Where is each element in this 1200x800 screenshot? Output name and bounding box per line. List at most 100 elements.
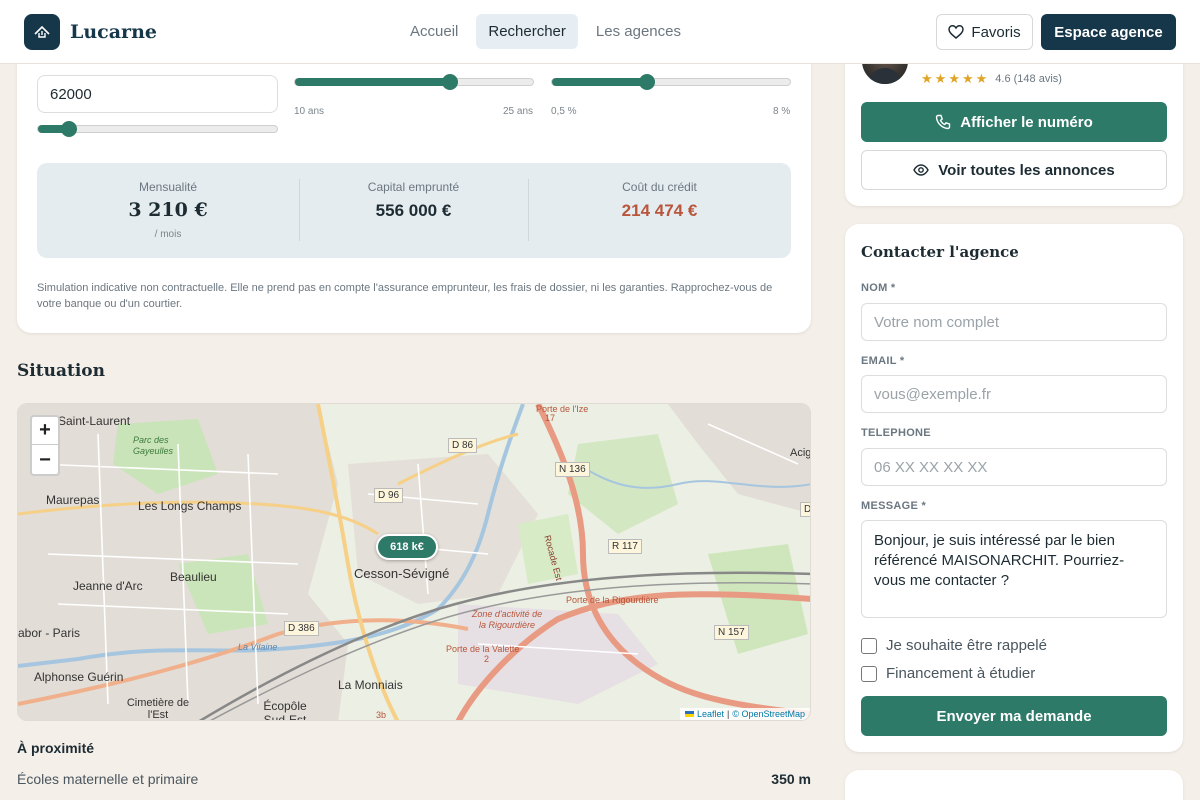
monthly-unit: / mois (154, 229, 182, 240)
submit-request-button[interactable]: Envoyer ma demande (861, 696, 1167, 736)
zoom-in-button[interactable]: + (32, 417, 58, 445)
duration-slider-thumb[interactable] (441, 74, 458, 90)
map-label: Porte de la Rigourdière (566, 595, 659, 605)
financing-checkbox-row[interactable]: Financement à étudier (861, 665, 1035, 682)
map-label: Zone d'activité de la Rigourdière (471, 609, 543, 630)
proximity-distance: 350 m (771, 771, 811, 787)
osm-link[interactable]: © OpenStreetMap (732, 709, 805, 719)
nav-rechercher[interactable]: Rechercher (476, 14, 578, 49)
road-shield: D 386 (284, 621, 319, 636)
map-label: Cimetière de l'Est (126, 697, 190, 721)
agency-space-button[interactable]: Espace agence (1041, 14, 1176, 50)
capital-result: Capital emprunté 556 000 € (299, 163, 528, 258)
callback-label: Je souhaite être rappelé (886, 637, 1047, 654)
rating-text: 4.6 (148 avis) (995, 73, 1062, 85)
all-listings-label: Voir toutes les annonces (938, 161, 1115, 179)
star-icon: ★ (961, 71, 974, 86)
property-price-marker[interactable]: 618 k€ (376, 534, 438, 560)
location-map[interactable]: Saint-Laurent Parc des Gayeulles Maurepa… (17, 403, 811, 721)
message-label: MESSAGE * (861, 500, 927, 512)
road-shield: N 157 (714, 625, 749, 640)
map-label: Écopôle Sud-Est (263, 699, 307, 721)
ukraine-flag-icon (684, 711, 694, 717)
phone-label: TELEPHONE (861, 427, 931, 439)
logo-text: Lucarne (70, 21, 157, 43)
phone-input[interactable] (861, 448, 1167, 486)
callback-checkbox[interactable] (861, 637, 877, 654)
map-label: Parc des Gayeulles (133, 435, 174, 456)
monthly-label: Mensualité (138, 180, 198, 194)
rate-slider[interactable] (551, 74, 791, 90)
logo[interactable]: Lucarne (24, 14, 157, 50)
star-icon: ★ (921, 71, 933, 86)
map-label: Acig (790, 447, 811, 459)
financing-checkbox[interactable] (861, 665, 877, 682)
map-label: Maurepas (46, 493, 100, 507)
home-logo-icon (24, 14, 60, 50)
cost-label: Coût du crédit (622, 180, 697, 194)
map-label: Cesson-Sévigné (354, 566, 450, 581)
name-label: NOM * (861, 282, 896, 294)
favorites-button[interactable]: Favoris (936, 14, 1033, 50)
message-textarea[interactable]: Bonjour, je suis intéressé par le bien r… (861, 520, 1167, 618)
rate-max-label: 8 % (773, 106, 791, 117)
proximity-label: Écoles maternelle et primaire (17, 771, 199, 787)
map-label: Beaulieu (170, 570, 217, 584)
map-label: Jeanne d'Arc (73, 579, 143, 593)
nav-accueil[interactable]: Accueil (398, 14, 470, 49)
duration-slider-fill (295, 78, 450, 86)
map-label: Porte de l'Ize (536, 404, 589, 414)
callback-checkbox-row[interactable]: Je souhaite être rappelé (861, 637, 1047, 654)
apport-input[interactable] (37, 75, 278, 113)
duration-slider[interactable] (294, 74, 534, 90)
contact-agency-card: Contacter l'agence NOM * EMAIL * TELEPHO… (845, 224, 1183, 752)
favorites-label: Favoris (971, 23, 1021, 41)
all-listings-button[interactable]: Voir toutes les annonces (861, 150, 1167, 190)
map-zoom-control: + − (30, 415, 60, 476)
road-label: 2 (484, 654, 490, 664)
map-label: abor - Paris (18, 626, 81, 640)
apport-slider-thumb[interactable] (61, 121, 78, 137)
map-label: La Vilaine (238, 642, 278, 652)
main-nav: Accueil Rechercher Les agences (398, 14, 693, 49)
show-number-button[interactable]: Afficher le numéro (861, 102, 1167, 142)
nav-agences[interactable]: Les agences (584, 14, 693, 49)
road-shield: D 96 (374, 488, 404, 503)
duration-max-label: 25 ans (503, 106, 534, 117)
road-shield: D 86 (448, 438, 478, 453)
monthly-value: 3 210 € (128, 199, 208, 221)
loan-simulator-card: 10 ans 25 ans 0,5 % 8 % Mensualité 3 210… (17, 40, 811, 333)
map-label: Saint-Laurent (58, 414, 131, 428)
name-input[interactable] (861, 303, 1167, 341)
email-label: EMAIL * (861, 355, 905, 367)
rate-min-label: 0,5 % (551, 106, 577, 117)
show-number-label: Afficher le numéro (960, 113, 1093, 131)
road-label: 17 (545, 413, 556, 423)
eye-icon (913, 164, 930, 176)
road-label: 3b (376, 710, 387, 720)
next-card (845, 770, 1183, 800)
monthly-payment-result: Mensualité 3 210 € / mois (37, 163, 299, 258)
zoom-out-button[interactable]: − (32, 446, 58, 474)
simulation-results: Mensualité 3 210 € / mois Capital emprun… (37, 163, 791, 258)
rate-slider-fill (552, 78, 648, 86)
map-label: Alphonse Guérin (34, 670, 124, 684)
capital-label: Capital emprunté (367, 180, 460, 194)
star-icon: ★ (948, 71, 960, 86)
apport-slider[interactable] (37, 121, 278, 137)
phone-icon (936, 114, 951, 130)
capital-value: 556 000 € (375, 201, 452, 220)
map-label: Porte de la Valette (446, 644, 520, 654)
agent-rating: ★ ★ ★ ★ ★ 4.6 (148 avis) (921, 71, 1062, 87)
contact-title: Contacter l'agence (861, 243, 1019, 261)
rate-slider-thumb[interactable] (639, 74, 656, 90)
star-icon: ★ (975, 71, 988, 86)
cost-value: 214 474 € (621, 201, 698, 220)
duration-min-label: 10 ans (294, 106, 325, 117)
map-attribution: Leaflet | © OpenStreetMap (679, 708, 810, 720)
leaflet-link[interactable]: Leaflet (697, 709, 724, 719)
financing-label: Financement à étudier (886, 665, 1036, 682)
map-label: Les Longs Champs (138, 499, 242, 513)
credit-cost-result: Coût du crédit 214 474 € (528, 163, 791, 258)
email-input[interactable] (861, 375, 1167, 413)
